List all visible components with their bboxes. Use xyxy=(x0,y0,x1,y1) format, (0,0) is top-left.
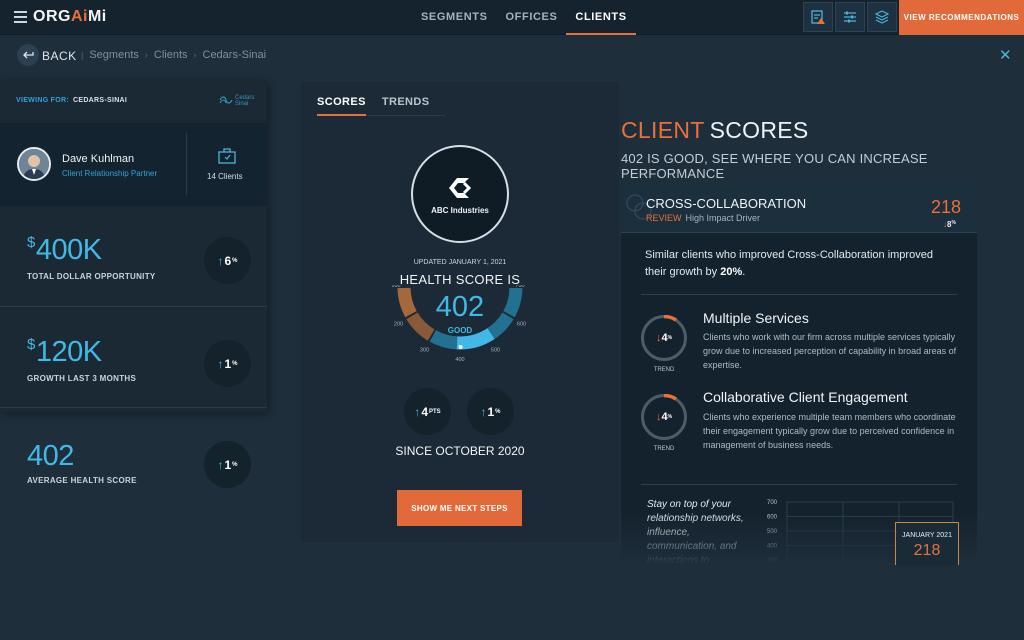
breadcrumb-segments[interactable]: Segments xyxy=(89,49,139,61)
main-nav: SEGMENTS OFFICES CLIENTS xyxy=(412,0,636,35)
view-recommendations-button[interactable]: VIEW RECOMMENDATIONS xyxy=(899,0,1024,35)
gauge-tick-label: 700 xyxy=(515,285,524,289)
nav-offices[interactable]: OFFICES xyxy=(497,0,567,35)
driver-insight: Similar clients who improved Cross-Colla… xyxy=(645,249,933,278)
item-description: Clients who work with our firm across mu… xyxy=(703,332,957,370)
trend-ring: ↓ 4% xyxy=(641,315,687,361)
partner-name: Dave Kuhlman xyxy=(62,153,135,165)
alert-report-icon[interactable] xyxy=(803,2,833,32)
breadcrumb-separator: › xyxy=(144,50,148,60)
change-badge: ↑ 6% xyxy=(204,237,251,284)
show-next-steps-button[interactable]: SHOW ME NEXT STEPS xyxy=(397,490,522,526)
relationship-partner-card[interactable]: Dave Kuhlman Client Relationship Partner xyxy=(0,123,267,206)
back-button[interactable]: BACK xyxy=(42,49,77,63)
app-logo[interactable]: ORGAiMi xyxy=(33,8,107,26)
metric-label: GROWTH LAST 3 MONTHS xyxy=(27,374,137,383)
health-score-rating: GOOD xyxy=(447,326,473,335)
driver-delta: ↓8% xyxy=(943,220,956,229)
since-label: SINCE OCTOBER 2020 xyxy=(395,444,525,458)
driver-card: CROSS-COLLABORATION REVIEW High Impact Dr… xyxy=(621,183,977,565)
metric-value: 402 xyxy=(27,440,74,472)
menu-icon[interactable] xyxy=(14,11,27,23)
breadcrumb-clients[interactable]: Clients xyxy=(154,49,188,61)
clients-count[interactable]: 14 Clients xyxy=(207,172,243,181)
partner-role: Client Relationship Partner xyxy=(62,169,158,178)
metric-label: TOTAL DOLLAR OPPORTUNITY xyxy=(27,272,156,281)
gauge-pointer xyxy=(458,344,463,349)
driver-header[interactable]: CROSS-COLLABORATION REVIEW High Impact Dr… xyxy=(621,183,977,233)
trend-label: TREND xyxy=(653,446,675,452)
mini-chart-tick: 700 xyxy=(767,500,778,506)
metric-health-score: 402 AVERAGE HEALTH SCORE ↑ 1% xyxy=(0,410,267,510)
trend-ring: ↓ 4% xyxy=(641,394,687,440)
breadcrumb-current: Cedars-Sinai xyxy=(202,49,267,61)
driver-tag: REVIEW High Impact Driver xyxy=(646,213,761,223)
nav-segments[interactable]: SEGMENTS xyxy=(412,0,497,35)
gauge-band xyxy=(429,330,460,350)
back-arrow-icon[interactable] xyxy=(17,44,39,66)
january-tooltip: JANUARY 2021 218 xyxy=(895,522,959,565)
client-scores-subtitle: 402 IS GOOD, SEE WHERE YOU CAN INCREASE … xyxy=(621,151,928,181)
breadcrumb-separator: | xyxy=(81,50,84,60)
mini-chart-tick: 300 xyxy=(767,558,778,564)
metric-total-opportunity: $400K TOTAL DOLLAR OPPORTUNITY ↑ 6% xyxy=(0,207,267,307)
breadcrumb: | Segments › Clients › Cedars-Sinai xyxy=(75,49,266,61)
driver-title: CROSS-COLLABORATION xyxy=(646,196,807,211)
change-badge: ↑ 1% xyxy=(204,441,251,488)
client-summary-panel: VIEWING FOR: CEDARS-SINAI Cedars Sinai Dav… xyxy=(0,80,267,412)
client-scores-title: CLIENT SCORES xyxy=(621,117,809,143)
percent-change-badge: ↑ 1% xyxy=(467,388,514,435)
updated-date: UPDATED JANUARY 1, 2021 xyxy=(413,259,507,266)
mini-chart-tick: 600 xyxy=(767,515,778,521)
avatar xyxy=(17,147,51,181)
close-icon[interactable]: ✕ xyxy=(999,46,1012,64)
divider xyxy=(186,133,187,195)
filter-sliders-icon[interactable] xyxy=(835,2,865,32)
driver-score: 218 xyxy=(931,197,962,217)
company-mark-icon xyxy=(449,178,472,198)
stay-on-top-text: Stay on top of your relationship network… xyxy=(647,499,744,565)
nav-clients[interactable]: CLIENTS xyxy=(566,0,636,35)
gauge-tick-label: 500 xyxy=(491,347,500,353)
breadcrumb-bar: BACK | Segments › Clients › Cedars-Sinai… xyxy=(0,36,1024,75)
item-description: Clients who experience multiple team mem… xyxy=(703,412,956,450)
gauge-tick-label: 100 xyxy=(391,285,400,289)
metric-value: $400K xyxy=(27,234,102,266)
layers-icon[interactable] xyxy=(867,2,897,32)
score-tabs: SCORES TRENDS xyxy=(317,96,446,116)
tab-scores[interactable]: SCORES xyxy=(317,96,366,116)
client-logo: Cedars Sinai xyxy=(219,95,254,107)
top-bar: ORGAiMi SEGMENTS OFFICES CLIENTS VIEW RE… xyxy=(0,0,1024,35)
trend-label: TREND xyxy=(653,367,675,373)
metric-growth: $120K GROWTH LAST 3 MONTHS ↑ 1% xyxy=(0,308,267,408)
mini-chart-tick: 400 xyxy=(767,544,778,550)
points-change-badge: ↑ 4 PTS xyxy=(404,388,451,435)
health-score-value: 402 xyxy=(435,291,485,323)
company-logo: ABC Industries xyxy=(411,145,509,243)
gauge-current xyxy=(456,328,495,350)
breadcrumb-separator: › xyxy=(193,50,197,60)
metric-label: AVERAGE HEALTH SCORE xyxy=(27,476,137,485)
metric-value: $120K xyxy=(27,336,102,368)
mini-chart-tick: 500 xyxy=(767,529,778,535)
gauge-tick-label: 300 xyxy=(420,347,429,353)
briefcase-icon xyxy=(217,147,237,170)
gauge-tick-label: 400 xyxy=(455,357,464,363)
item-title[interactable]: Multiple Services xyxy=(703,310,809,326)
health-score-panel: SCORES TRENDS ABC Industries UPDATED JAN… xyxy=(301,82,619,542)
divider xyxy=(641,294,957,295)
tab-trends[interactable]: TRENDS xyxy=(382,96,430,116)
change-badge: ↑ 1% xyxy=(204,340,251,387)
item-title[interactable]: Collaborative Client Engagement xyxy=(703,389,908,405)
viewing-for-label: VIEWING FOR: CEDARS-SINAI xyxy=(16,97,128,104)
divider xyxy=(641,484,957,485)
